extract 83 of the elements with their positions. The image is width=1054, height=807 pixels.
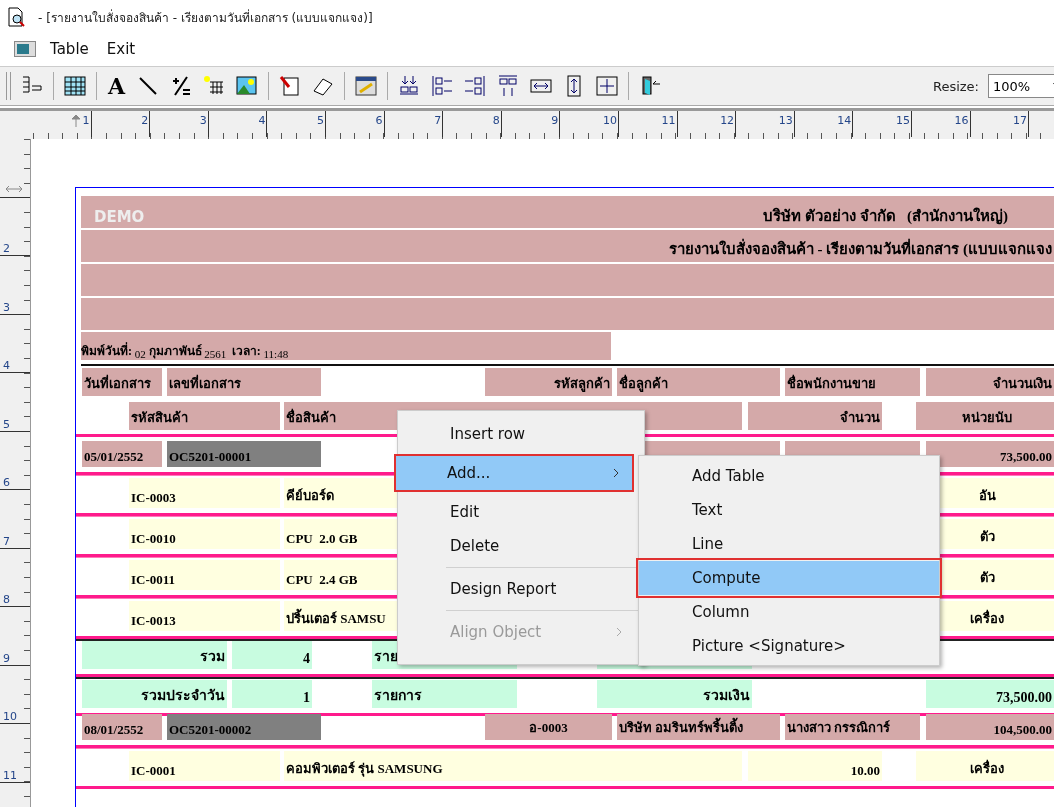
ruler-number: 4 — [3, 359, 10, 372]
amount-cell: 73,500.00 — [926, 441, 1054, 467]
ruler-number: 4 — [258, 114, 267, 127]
ruler-number: 8 — [492, 114, 501, 127]
move-icon[interactable] — [595, 74, 620, 98]
report-title: รายงานใบสั่งจองสินค้า - เรียงตามวันที่เอกสาร (แบบแจกแจง — [668, 237, 1052, 261]
count-unit-cell: รายการ — [372, 680, 517, 708]
column-header: จำนวนเงิน — [926, 368, 1054, 396]
ruler-number: 2 — [141, 114, 150, 127]
window-icon[interactable] — [14, 41, 36, 57]
ruler-number: 11 — [3, 768, 17, 782]
ruler-number: 9 — [551, 114, 560, 127]
window-title: - [รายงานใบสั่งจองสินค้า - เรียงตามวันที่เอกสาร (แบบแจกแจง)] — [38, 8, 373, 27]
ruler-number: 1 — [82, 114, 91, 127]
product-code-cell: IC-0013 — [129, 601, 280, 631]
salesperson-cell: นางสาว กรรณิการ์ — [785, 714, 920, 740]
context-menu-item[interactable]: Add... — [395, 455, 633, 491]
ruler-number: 11 — [661, 114, 677, 127]
count-cell: 1 — [232, 680, 312, 708]
menu-item[interactable]: Exit — [106, 40, 154, 58]
document-number-cell: OC5201-00001 — [167, 441, 321, 467]
column-header: หน่วยนับ — [916, 402, 1054, 430]
menu-item[interactable]: Table — [50, 40, 107, 58]
document-number-cell: OC5201-00002 — [167, 714, 321, 740]
date-cell: 05/01/2552 — [82, 441, 162, 467]
count-cell: 4 — [232, 641, 312, 669]
demo-label: DEMO — [93, 207, 145, 226]
product-code-cell: IC-0003 — [129, 478, 280, 508]
image-icon[interactable] — [235, 74, 260, 98]
align-right-icon[interactable] — [463, 74, 488, 98]
total-label: รวม — [82, 641, 227, 669]
ruler-number: 3 — [199, 114, 208, 127]
column-header: วันที่เอกสาร — [82, 368, 162, 396]
customer-name-cell: บริษัท อมรินทร์พริ้นติ้ง — [617, 714, 780, 740]
ruler-number: 14 — [837, 114, 853, 127]
column-header: รหัสสินค้า — [129, 402, 280, 430]
ruler-number: 17 — [1013, 114, 1029, 127]
ruler-number: 6 — [375, 114, 384, 127]
margin-marker-icon — [72, 115, 80, 127]
submenu-item[interactable]: Compute — [639, 561, 939, 595]
ruler-number: 10 — [602, 114, 618, 127]
total-label: รวมประจำวัน — [82, 680, 227, 708]
resize-label: Resize: — [932, 78, 979, 94]
align-left-icon[interactable] — [430, 74, 455, 98]
unit-cell: เครื่อง — [916, 751, 1054, 781]
product-name-cell: คอมพิวเตอร์ รุ่น SAMSUNG — [284, 751, 742, 781]
submenu-item[interactable]: Picture <Signature> — [639, 629, 939, 663]
ruler-number: 16 — [954, 114, 970, 127]
ruler-number: 9 — [3, 651, 10, 665]
column-header: รหัสลูกค้า — [485, 368, 612, 396]
font-button[interactable]: A — [106, 74, 128, 98]
grid-icon[interactable] — [63, 74, 87, 98]
amount-cell: 104,500.00 — [926, 714, 1054, 740]
report-preview-icon — [6, 7, 26, 27]
ruler-number: 7 — [434, 114, 443, 127]
ruler-number: 12 — [720, 114, 736, 127]
ruler-number: 5 — [316, 114, 325, 127]
ruler-number: 13 — [778, 114, 794, 127]
print-date-cell: พิมพ์วันที่: 02 กุมภาพันธ์ 2561 เวลา: 11:48 — [81, 332, 611, 360]
column-header: ชื่อลูกค้า — [617, 368, 780, 396]
quantity-cell: 10.00 — [748, 751, 882, 781]
product-code-cell: IC-0010 — [129, 519, 280, 549]
ruler-number: 10 — [3, 710, 17, 723]
column-header: จำนวน — [748, 402, 882, 430]
column-header: ชื่อพนักงานขาย — [785, 368, 920, 396]
resize-dropdown[interactable]: 100% — [988, 74, 1054, 98]
ruler-number: 5 — [3, 417, 10, 431]
double-arrow-icon — [6, 185, 22, 193]
product-code-cell: IC-0011 — [129, 560, 280, 590]
amount-cell: 73,500.00 — [926, 680, 1054, 708]
ruler-number: 3 — [3, 300, 10, 314]
ruler-number: 8 — [3, 593, 10, 606]
report-icon[interactable] — [354, 74, 379, 98]
customer-code-cell: อ-0003 — [485, 714, 612, 740]
ruler-number: 6 — [3, 476, 10, 489]
date-cell: 08/01/2552 — [82, 714, 162, 740]
company-name: บริษัท ตัวอย่าง จำกัด (สำนักงานใหญ่) — [763, 206, 1008, 227]
column-header: เลขที่เอกสาร — [167, 368, 321, 396]
product-code-cell: IC-0001 — [129, 751, 280, 781]
ruler-number: 7 — [3, 534, 10, 548]
ruler-number: 15 — [895, 114, 911, 127]
ruler-number: 2 — [3, 242, 10, 255]
sum-label: รวมเงิน — [597, 680, 752, 708]
